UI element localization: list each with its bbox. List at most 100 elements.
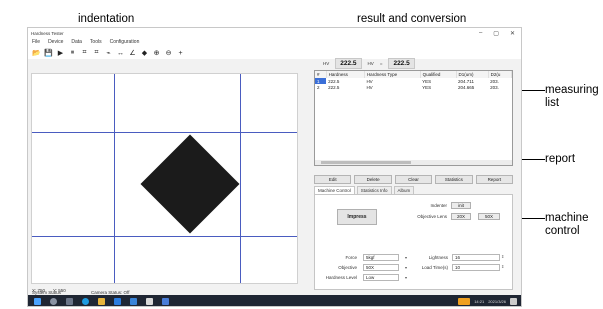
- pause-icon[interactable]: ⏸: [68, 49, 77, 58]
- result-left-label: HV: [323, 61, 330, 66]
- spin-icon[interactable]: ⇕: [501, 264, 504, 269]
- guide-line-v2[interactable]: [240, 74, 241, 283]
- result-row: HV 222.5 HV = 222.5: [323, 58, 415, 69]
- windows-start-icon[interactable]: [34, 298, 41, 305]
- force-select[interactable]: 5kgf: [363, 254, 399, 261]
- table-row[interactable]: 2 222.5 HV YES 204.665 203.: [315, 84, 512, 90]
- title-bar: Hardness Tester – ▢ ✕: [28, 28, 521, 38]
- objective-lens-label: Objective Lens: [417, 214, 447, 219]
- line-icon[interactable]: ↔: [116, 49, 125, 58]
- lens-50x-button[interactable]: 50X: [478, 213, 500, 220]
- result-unit-select[interactable]: HV: [368, 61, 374, 66]
- eraser-icon[interactable]: ◆: [140, 49, 149, 58]
- chevron-down-icon[interactable]: ▾: [405, 265, 407, 270]
- edge-icon[interactable]: [82, 298, 89, 305]
- hardness-level-select[interactable]: Low: [363, 274, 399, 281]
- indentation-mark: [140, 134, 240, 234]
- tab-statistics-info[interactable]: Statistics Info: [356, 186, 392, 194]
- converted-value: 222.5: [388, 58, 415, 69]
- scrollbar-thumb[interactable]: [321, 161, 411, 164]
- menu-file[interactable]: File: [32, 38, 40, 47]
- guide-line-h2[interactable]: [32, 236, 297, 237]
- close-button[interactable]: ✕: [510, 30, 515, 37]
- report-button[interactable]: Report: [475, 175, 514, 184]
- list-header[interactable]: Qualified: [420, 71, 457, 78]
- window-title: Hardness Tester: [31, 31, 64, 36]
- image-view[interactable]: [31, 73, 298, 284]
- guide-line-h1[interactable]: [32, 132, 297, 133]
- toolbar: 📂 💾 ▶ ⏸ ⌗ ⌗ ⌁ ↔ ∠ ◆ ⊕ ⊖ +: [28, 47, 521, 59]
- annotation-measuring-list: measuring list: [545, 84, 599, 109]
- list-cell: YES: [422, 84, 432, 90]
- menu-tools[interactable]: Tools: [90, 38, 102, 47]
- delete-button[interactable]: Delete: [354, 175, 392, 184]
- measure-icon[interactable]: ⌁: [104, 49, 113, 58]
- load-time-label: Load Time(s): [421, 265, 448, 270]
- list-header-row: # Hardness Hardness Type Qualified D1(um…: [315, 71, 512, 78]
- cross-hatch-icon[interactable]: ⌗: [92, 49, 101, 58]
- tray-app-icon[interactable]: [458, 298, 471, 305]
- measuring-list[interactable]: # Hardness Hardness Type Qualified D1(um…: [314, 70, 513, 166]
- menu-device[interactable]: Device: [48, 38, 63, 47]
- grid-icon[interactable]: ⌗: [80, 49, 89, 58]
- list-header[interactable]: D1(um): [456, 71, 489, 78]
- menu-configuration[interactable]: Configuration: [110, 38, 140, 47]
- objective-select[interactable]: 50X: [363, 264, 399, 271]
- lens-20x-button[interactable]: 20X: [451, 213, 471, 220]
- annotation-measuring-list-leader: [520, 90, 545, 91]
- file-explorer-icon[interactable]: [98, 298, 105, 305]
- tab-album[interactable]: Album: [393, 186, 415, 194]
- hardness-level-label: Hardness Level: [325, 275, 357, 280]
- tab-machine-control[interactable]: Machine Control: [314, 186, 355, 194]
- statistics-button[interactable]: Statistics: [435, 175, 473, 184]
- save-icon[interactable]: 💾: [44, 49, 53, 58]
- objective-label: Objective: [338, 265, 357, 270]
- angle-icon[interactable]: ∠: [128, 49, 137, 58]
- annotation-indentation: indentation: [78, 13, 135, 25]
- spin-icon[interactable]: ⇕: [501, 254, 504, 259]
- search-icon[interactable]: [50, 298, 57, 305]
- list-cell: 222.5: [328, 84, 340, 90]
- list-cell: 2: [317, 84, 320, 90]
- load-time-field[interactable]: 10: [452, 264, 500, 271]
- minimize-button[interactable]: –: [479, 30, 482, 37]
- list-horizontal-scrollbar[interactable]: [315, 160, 512, 165]
- lightness-label: Lightness: [428, 255, 448, 260]
- annotation-report: report: [545, 153, 576, 165]
- mail-icon[interactable]: [130, 298, 137, 305]
- zoom-in-icon[interactable]: ⊕: [152, 49, 161, 58]
- tray-time[interactable]: 14:21: [474, 299, 484, 304]
- open-folder-icon[interactable]: 📂: [32, 49, 41, 58]
- chevron-down-icon[interactable]: ▾: [405, 275, 407, 280]
- menu-data[interactable]: Data: [71, 38, 82, 47]
- guide-line-v1[interactable]: [114, 74, 115, 283]
- system-tray: 14:21 2021/3/26: [458, 298, 517, 305]
- maximize-button[interactable]: ▢: [493, 30, 499, 37]
- store-icon[interactable]: [114, 298, 121, 305]
- task-view-icon[interactable]: [66, 298, 73, 305]
- panel-tabs: Machine Control Statistics Info Album: [314, 186, 415, 194]
- list-header[interactable]: Hardness: [326, 71, 365, 78]
- chevron-down-icon[interactable]: ▾: [405, 255, 407, 260]
- list-header[interactable]: Hardness Type: [364, 71, 421, 78]
- play-icon[interactable]: ▶: [56, 49, 65, 58]
- lightness-field[interactable]: 16: [452, 254, 500, 261]
- impress-button[interactable]: Impress: [337, 209, 377, 225]
- notification-icon[interactable]: [510, 298, 517, 305]
- tray-date[interactable]: 2021/3/26: [488, 299, 506, 304]
- indenter-init-button[interactable]: init: [451, 202, 471, 209]
- crosshair-icon[interactable]: +: [176, 49, 185, 58]
- menu-bar: File Device Data Tools Configuration: [28, 38, 521, 47]
- app-icon[interactable]: [146, 298, 153, 305]
- list-header[interactable]: #: [315, 71, 327, 78]
- list-cell: 203.: [490, 84, 499, 90]
- indenter-label: Indenter: [430, 203, 447, 208]
- list-cell: 204.665: [458, 84, 475, 90]
- annotation-result: result and conversion: [357, 13, 467, 25]
- clear-button[interactable]: Clear: [394, 175, 433, 184]
- zoom-out-icon[interactable]: ⊖: [164, 49, 173, 58]
- hardness-tester-taskbar-icon[interactable]: [162, 298, 169, 305]
- edit-button[interactable]: Edit: [314, 175, 352, 184]
- app-window: Hardness Tester – ▢ ✕ File Device Data T…: [27, 27, 522, 307]
- list-header[interactable]: D2(u: [488, 71, 512, 78]
